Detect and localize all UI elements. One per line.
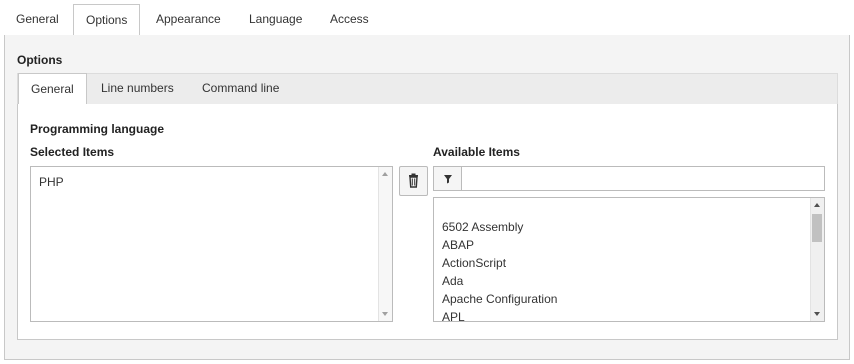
options-subtab-bar: General Line numbers Command line (17, 73, 838, 106)
filter-icon (444, 175, 452, 184)
list-item[interactable]: Ada (442, 274, 463, 288)
programming-language-label: Programming language (30, 122, 165, 136)
options-section-title: Options (17, 53, 63, 67)
tab-language[interactable]: Language (237, 4, 314, 36)
list-item[interactable]: Apache Configuration (442, 292, 557, 306)
list-item[interactable]: 6502 Assembly (442, 220, 523, 234)
list-item[interactable]: ActionScript (442, 256, 506, 270)
subtab-command-line[interactable]: Command line (190, 73, 291, 105)
available-filter (433, 166, 825, 191)
scroll-down-arrow-icon[interactable] (814, 312, 820, 316)
tab-options[interactable]: Options (73, 4, 141, 37)
scrollbar-thumb[interactable] (812, 214, 822, 242)
options-panel: Options General Line numbers Command lin… (4, 35, 850, 360)
selected-items-list[interactable]: PHP (30, 166, 393, 322)
available-items-list[interactable]: 6502 Assembly ABAP ActionScript Ada Apac… (433, 197, 825, 322)
available-items-label: Available Items (433, 145, 520, 159)
trash-icon (409, 173, 418, 188)
filter-input[interactable] (463, 167, 824, 190)
filter-addon (434, 167, 462, 190)
tab-access[interactable]: Access (318, 4, 381, 36)
tab-appearance[interactable]: Appearance (144, 4, 233, 36)
subtab-general[interactable]: General (18, 73, 87, 106)
selected-items-label: Selected Items (30, 145, 115, 159)
subtab-line-numbers[interactable]: Line numbers (89, 73, 186, 105)
available-list-scrollbar[interactable] (810, 198, 824, 321)
list-item[interactable]: APL (442, 310, 465, 321)
scroll-down-arrow-icon[interactable] (382, 312, 388, 316)
remove-selected-button[interactable] (399, 166, 428, 196)
tab-general[interactable]: General (4, 4, 71, 36)
selected-list-scrollbar[interactable] (378, 167, 392, 321)
list-item[interactable]: ABAP (442, 238, 474, 252)
scroll-up-arrow-icon[interactable] (814, 203, 820, 207)
selected-item[interactable]: PHP (39, 175, 64, 189)
main-tab-bar: General Options Appearance Language Acce… (4, 4, 850, 37)
scroll-up-arrow-icon[interactable] (382, 172, 388, 176)
general-subpanel: Programming language Selected Items Avai… (17, 104, 838, 340)
